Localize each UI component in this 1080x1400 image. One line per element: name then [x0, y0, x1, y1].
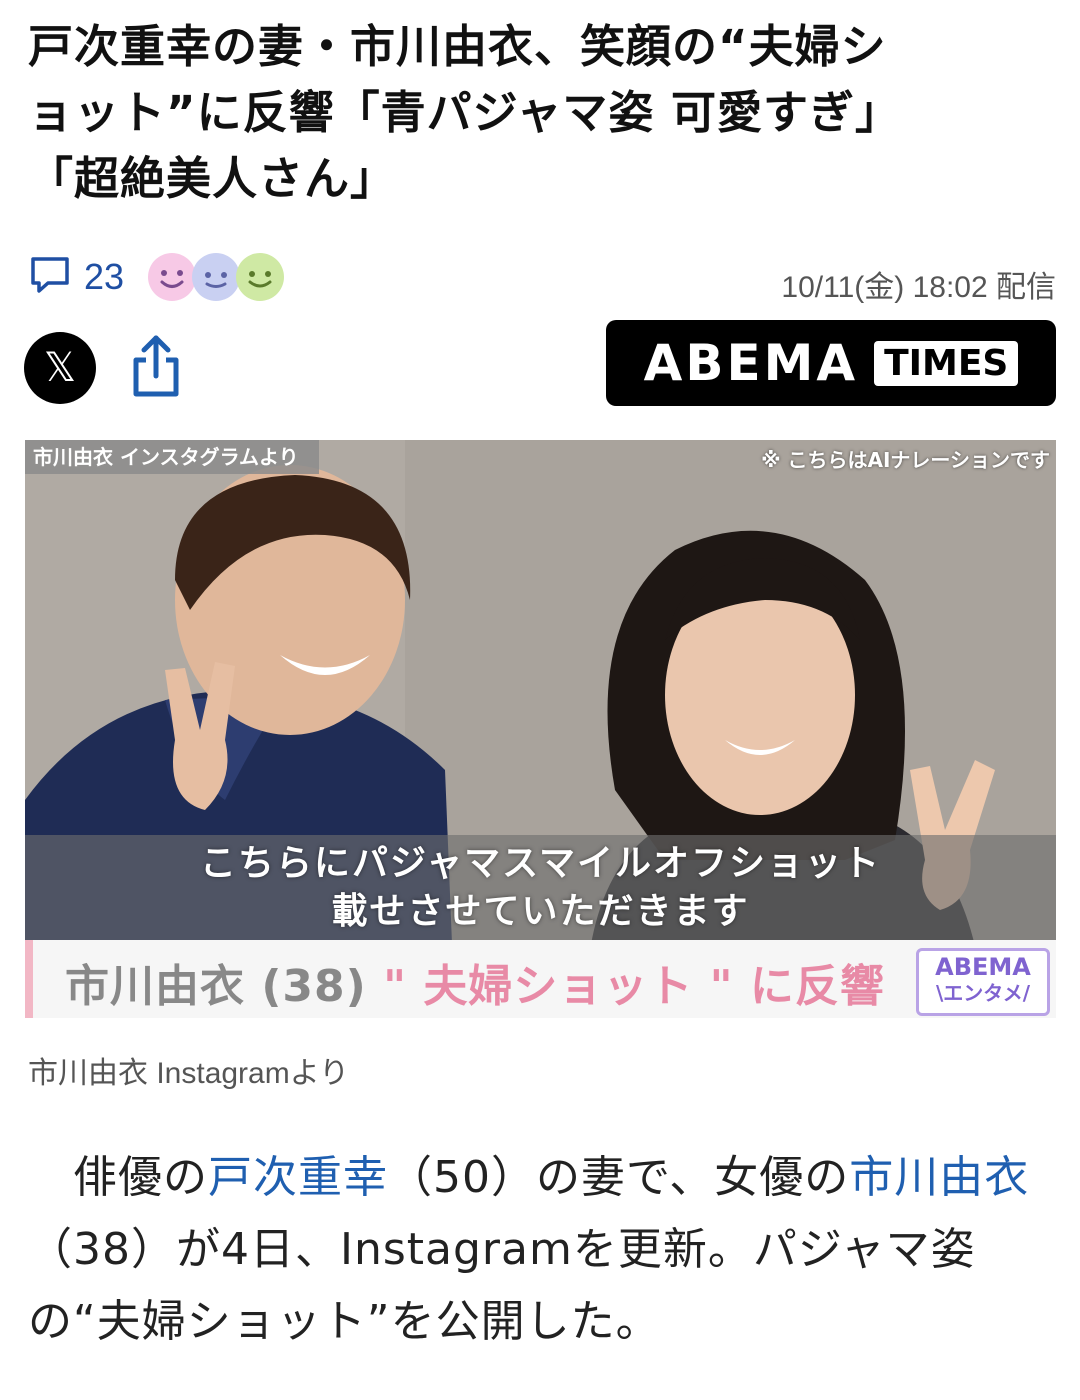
lower-third-accent-bar	[25, 940, 33, 1018]
publish-date: 10/11(金) 18:02 配信	[781, 271, 1056, 304]
subtitle-line-1: こちらにパジャマスマイルオフショット	[199, 843, 882, 884]
badge-abema-text: ABEMA	[935, 953, 1031, 981]
body-text-segment: 俳優の	[28, 1152, 208, 1203]
headline-line-2: ョット”に反響「青パジャマ姿 可愛すぎ」	[28, 86, 901, 139]
lower-third-banner: 市川由衣 (38) " 夫婦ショット " に反響 ABEMA \エンタメ/	[25, 940, 1056, 1018]
comment-icon	[28, 253, 72, 301]
subtitle-line-2: 載せさせていただきます	[331, 891, 750, 932]
photo-source-badge: 市川由衣 インスタグラムより	[25, 440, 319, 474]
abema-entame-badge: ABEMA \エンタメ/	[916, 948, 1050, 1016]
ai-narration-note: ※ こちらはAIナレーションです	[761, 448, 1050, 472]
reaction-summary[interactable]	[146, 251, 286, 303]
share-x-button[interactable]: 𝕏	[24, 332, 96, 404]
person-link-togashi[interactable]: 戸次重幸	[208, 1152, 388, 1203]
article-headline: 戸次重幸の妻・市川由衣、笑顔の“夫婦シ ョット”に反響「青パジャマ姿 可愛すぎ」…	[28, 14, 1058, 212]
smile-green-icon	[234, 251, 286, 303]
headline-line-1: 戸次重幸の妻・市川由衣、笑顔の“夫婦シ	[28, 20, 887, 73]
video-subtitle: こちらにパジャマスマイルオフショット 載せさせていただきます	[25, 835, 1056, 941]
article-photo[interactable]: 市川由衣 インスタグラムより ※ こちらはAIナレーションです こちらにパジャマ…	[25, 440, 1056, 1018]
abema-times-logo[interactable]: ABEMA TIMES	[606, 320, 1056, 406]
comments-button[interactable]: 23	[28, 252, 124, 302]
lower-third-name: 市川由衣 (38)	[65, 961, 384, 1012]
body-text-segment: （50）の妻で、女優の	[388, 1152, 850, 1203]
article-meta: 23 10/11(金) 18:02 配信	[28, 248, 1056, 304]
photo-caption: 市川由衣 Instagramより	[28, 1057, 350, 1090]
headline-line-3: 「超絶美人さん」	[28, 152, 397, 205]
comment-count: 23	[84, 256, 125, 297]
badge-entame-text: \エンタメ/	[935, 981, 1030, 1005]
share-button[interactable]	[128, 332, 184, 402]
times-logo-text: TIMES	[874, 340, 1019, 386]
x-logo-icon: 𝕏	[43, 345, 77, 391]
article-body-paragraph: 俳優の戸次重幸（50）の妻で、女優の市川由衣 （38）が4日、Instagramを…	[28, 1142, 1056, 1358]
lower-third-title: 市川由衣 (38) " 夫婦ショット " に反響	[65, 950, 885, 1014]
share-row: 𝕏 ABEMA TIMES	[24, 320, 1056, 410]
body-text-segment: （38）が4日、Instagramを更新。パジャマ姿の“夫婦ショット”を公開した…	[28, 1224, 976, 1347]
share-icon	[133, 335, 179, 397]
person-link-ichikawa[interactable]: 市川由衣	[849, 1152, 1029, 1203]
lower-third-topic: " 夫婦ショット " に反響	[383, 961, 885, 1012]
abema-logo-text: ABEMA	[643, 334, 859, 392]
